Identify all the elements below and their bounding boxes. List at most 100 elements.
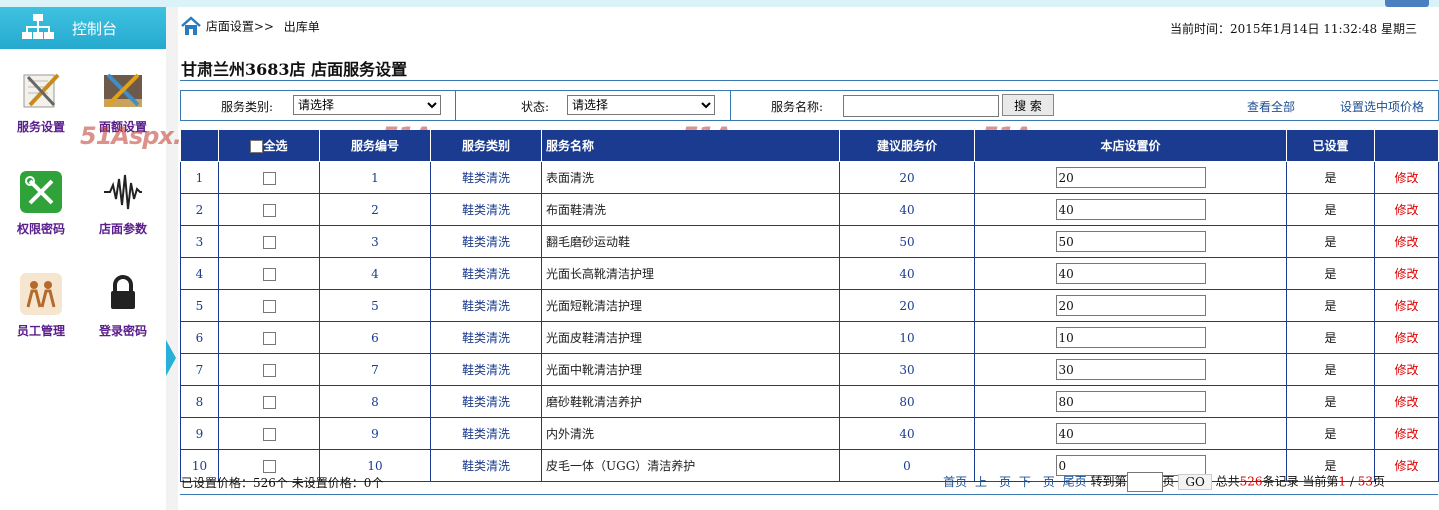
sidebar-gutter [166, 7, 178, 510]
store-price-input[interactable] [1055, 295, 1206, 316]
service-type: 鞋类清洗 [430, 289, 542, 322]
goto-page-input[interactable] [1126, 472, 1163, 492]
service-type: 鞋类清洗 [430, 385, 542, 418]
service-name: 表面清洗 [541, 161, 840, 194]
is-set: 是 [1286, 257, 1375, 290]
row-checkbox[interactable] [262, 459, 276, 473]
store-price-input[interactable] [1055, 167, 1206, 188]
store-price-cell [974, 257, 1287, 290]
sidebar-item-staff[interactable]: 员工管理 [6, 273, 76, 339]
set-selected-price-link[interactable]: 设置选中项价格 [1340, 98, 1424, 115]
row-checkbox[interactable] [262, 299, 276, 313]
row-index: 7 [180, 353, 219, 386]
service-name-input[interactable] [843, 95, 999, 117]
table-row: 22鞋类清洗布面鞋清洗40是修改 [180, 193, 1439, 226]
edit-link[interactable]: 修改 [1374, 193, 1439, 226]
goto-prefix: 转到第 [1090, 474, 1127, 489]
service-name-label: 服务名称: [771, 100, 824, 114]
row-index: 3 [180, 225, 219, 258]
service-type: 鞋类清洗 [430, 417, 542, 450]
sidebar-header: 控制台 [0, 7, 166, 49]
select-all-label: 全选 [263, 139, 288, 153]
edit-link[interactable]: 修改 [1374, 225, 1439, 258]
select-all-checkbox[interactable] [250, 140, 264, 153]
collapse-arrow-icon[interactable] [166, 340, 176, 376]
edit-link[interactable]: 修改 [1374, 321, 1439, 354]
service-name: 光面中靴清洁护理 [541, 353, 840, 386]
row-checkbox-cell [218, 353, 320, 386]
edit-link[interactable]: 修改 [1374, 289, 1439, 322]
row-checkbox[interactable] [262, 331, 276, 345]
col-action [1374, 130, 1439, 162]
wrench-screwdriver-icon [20, 171, 62, 213]
top-corner-tab[interactable] [1385, 0, 1429, 7]
edit-link[interactable]: 修改 [1374, 353, 1439, 386]
col-store-price: 本店设置价 [974, 130, 1287, 162]
next-page-link[interactable]: 下一页 [1019, 475, 1055, 489]
store-price-input[interactable] [1055, 199, 1206, 220]
store-price-cell [974, 353, 1287, 386]
service-type: 鞋类清洗 [430, 353, 542, 386]
row-checkbox-cell [218, 417, 320, 450]
row-checkbox-cell [218, 257, 320, 290]
breadcrumb-store-settings[interactable]: 店面设置>> [206, 20, 274, 34]
row-index: 4 [180, 257, 219, 290]
is-set: 是 [1286, 321, 1375, 354]
row-checkbox[interactable] [262, 363, 276, 377]
service-no: 1 [319, 161, 431, 194]
suggested-price: 50 [839, 225, 975, 258]
store-price-input[interactable] [1055, 423, 1206, 444]
breadcrumb: 店面设置>> 出库单 [180, 16, 320, 38]
row-index: 9 [180, 417, 219, 450]
total-prefix: 总共 [1215, 474, 1240, 489]
row-checkbox[interactable] [262, 427, 276, 441]
sidebar-title: 控制台 [72, 20, 118, 38]
row-checkbox[interactable] [262, 171, 276, 185]
col-select-all[interactable]: 全选 [218, 130, 320, 162]
home-icon[interactable] [180, 16, 202, 36]
row-checkbox[interactable] [262, 235, 276, 249]
store-price-input[interactable] [1055, 263, 1206, 284]
store-price-input[interactable] [1055, 359, 1206, 380]
sidebar-item-store-params[interactable]: 店面参数 [88, 171, 158, 237]
edit-link[interactable]: 修改 [1374, 417, 1439, 450]
page-slash: / [1346, 474, 1358, 489]
store-price-input[interactable] [1055, 391, 1206, 412]
go-button[interactable]: GO [1178, 473, 1212, 490]
row-index: 2 [180, 193, 219, 226]
edit-link[interactable]: 修改 [1374, 161, 1439, 194]
search-category-cell: 服务类别: 请选择 [181, 91, 456, 120]
prev-page-link[interactable]: 上一页 [975, 475, 1011, 489]
service-type: 鞋类清洗 [430, 225, 542, 258]
store-price-input[interactable] [1055, 327, 1206, 348]
status-select[interactable]: 请选择 [567, 95, 715, 115]
sidebar-item-service-settings[interactable]: 服务设置 [6, 69, 76, 135]
service-name: 布面鞋清洗 [541, 193, 840, 226]
store-price-input[interactable] [1055, 231, 1206, 252]
edit-link[interactable]: 修改 [1374, 257, 1439, 290]
view-all-link[interactable]: 查看全部 [1247, 98, 1295, 115]
row-checkbox[interactable] [262, 267, 276, 281]
last-page-link[interactable]: 尾页 [1063, 475, 1087, 489]
suggested-price: 30 [839, 353, 975, 386]
service-type: 鞋类清洗 [430, 449, 542, 482]
first-page-link[interactable]: 首页 [943, 475, 967, 489]
tools-service-icon [23, 73, 60, 108]
sidebar-item-login-password[interactable]: 登录密码 [88, 273, 158, 339]
suggested-price: 40 [839, 193, 975, 226]
people-icon [20, 273, 62, 315]
suggested-price: 40 [839, 257, 975, 290]
sidebar-item-label: 服务设置 [16, 120, 65, 134]
category-select[interactable]: 请选择 [293, 95, 441, 115]
sidebar-item-permission-password[interactable]: 权限密码 [6, 171, 76, 237]
service-table: 全选 服务编号 服务类别 服务名称 建议服务价 本店设置价 已设置 1 1 鞋类清洗… [180, 130, 1439, 482]
status-label: 状态: [521, 100, 550, 114]
row-checkbox[interactable] [262, 203, 276, 217]
row-checkbox[interactable] [262, 395, 276, 409]
search-button[interactable]: 搜 索 [1002, 94, 1054, 116]
pagination: 首页 上一页 下一页 尾页 转到第 页 GO 总共526条记录 当前第1 / 53… [943, 472, 1385, 492]
edit-link[interactable]: 修改 [1374, 385, 1439, 418]
store-price-cell [974, 161, 1287, 194]
store-price-cell [974, 385, 1287, 418]
sidebar-item-label: 登录密码 [98, 324, 147, 338]
